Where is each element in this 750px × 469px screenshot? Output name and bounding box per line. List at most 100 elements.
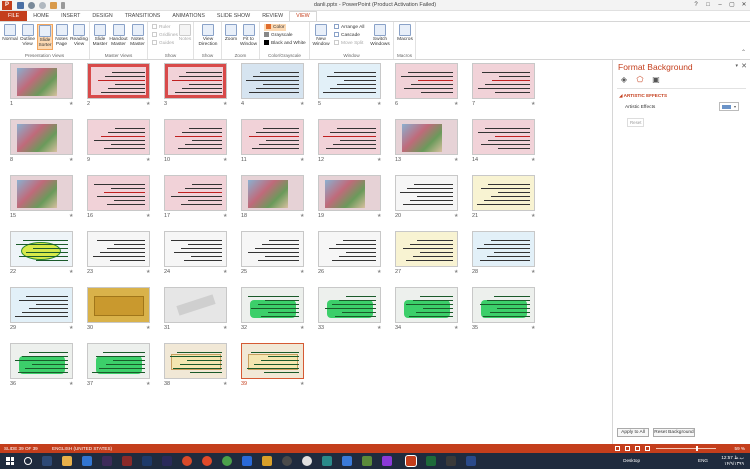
desktop-toolbar[interactable]: Desktop	[623, 458, 640, 463]
app-icon[interactable]	[322, 456, 332, 466]
app-icon[interactable]	[262, 456, 272, 466]
reading-view-icon[interactable]	[635, 446, 640, 451]
notes-button[interactable]: Notes	[178, 24, 192, 42]
slide-thumbnail[interactable]	[395, 231, 458, 267]
slide-thumbnail[interactable]	[10, 119, 73, 155]
slide-thumbnail[interactable]	[10, 343, 73, 379]
slide-thumbnail[interactable]	[241, 287, 304, 323]
cascade-button[interactable]: Cascade	[334, 32, 360, 39]
slide-thumbnail[interactable]	[472, 119, 535, 155]
minimize-button[interactable]: –	[714, 0, 726, 11]
notes-page-button[interactable]: Notes Page	[54, 24, 69, 48]
slide-thumbnail[interactable]	[87, 63, 150, 99]
maximize-button[interactable]: ▢	[726, 0, 738, 11]
slide-thumbnail[interactable]	[87, 175, 150, 211]
ribbon-display-button[interactable]: □	[702, 0, 714, 11]
slide-thumbnail[interactable]	[10, 63, 73, 99]
app-icon[interactable]	[242, 456, 252, 466]
slide-sorter-button[interactable]: Slide Sorter	[37, 24, 53, 50]
chrome-icon[interactable]	[222, 456, 232, 466]
photoshop-icon[interactable]	[122, 456, 132, 466]
slide-thumbnail[interactable]	[318, 231, 381, 267]
apply-to-all-button[interactable]: Apply to All	[617, 428, 649, 437]
search-icon[interactable]	[24, 457, 32, 465]
slide-thumbnail[interactable]	[164, 231, 227, 267]
normal-view-button[interactable]: Normal	[2, 24, 18, 42]
pane-options-icon[interactable]: ▾	[735, 63, 738, 69]
app-icon[interactable]	[362, 456, 372, 466]
slide-sorter-icon[interactable]	[625, 446, 630, 451]
arrange-all-button[interactable]: Arrange All	[334, 24, 364, 31]
switch-windows-button[interactable]: Switch Windows	[368, 24, 392, 48]
present-icon[interactable]	[50, 1, 57, 9]
outline-view-button[interactable]: Outline View	[19, 24, 36, 48]
slide-thumbnail[interactable]	[10, 231, 73, 267]
tab-view[interactable]: VIEW	[289, 11, 317, 21]
grayscale-button[interactable]: Grayscale	[264, 32, 293, 39]
file-explorer-icon[interactable]	[62, 456, 72, 466]
effects-icon[interactable]: ⬠	[635, 75, 645, 84]
artistic-effects-section[interactable]: ◢ ARTISTIC EFFECTS	[619, 93, 667, 99]
close-button[interactable]: ✕	[738, 0, 750, 11]
slide-master-button[interactable]: Slide Master	[92, 24, 108, 48]
ruler-checkbox[interactable]: Ruler	[152, 24, 170, 31]
app-icon[interactable]	[382, 456, 392, 466]
tab-slide-show[interactable]: SLIDE SHOW	[211, 11, 256, 21]
premiere-icon[interactable]	[102, 456, 112, 466]
slide-thumbnail[interactable]	[395, 119, 458, 155]
tab-design[interactable]: DESIGN	[86, 11, 118, 21]
slide-thumbnail[interactable]	[87, 287, 150, 323]
app-icon[interactable]	[342, 456, 352, 466]
slide-thumbnail[interactable]	[472, 175, 535, 211]
start-button[interactable]	[6, 457, 14, 465]
macros-button[interactable]: Macros	[396, 24, 414, 42]
close-icon[interactable]: ✕	[741, 62, 747, 70]
new-window-button[interactable]: New Window	[312, 24, 330, 48]
undo-icon[interactable]	[28, 1, 35, 9]
picture-icon[interactable]: ▣	[651, 75, 661, 84]
handout-master-button[interactable]: Handout Master	[109, 24, 128, 48]
slide-thumbnail[interactable]	[164, 119, 227, 155]
slide-thumbnail[interactable]	[164, 175, 227, 211]
reset-background-button[interactable]: Reset Background	[653, 428, 695, 437]
normal-view-icon[interactable]	[615, 446, 620, 451]
tab-review[interactable]: REVIEW	[256, 11, 289, 21]
app-icon[interactable]	[282, 456, 292, 466]
slide-thumbnail[interactable]	[164, 343, 227, 379]
black-and-white-button[interactable]: Black and White	[264, 40, 306, 47]
app-icon[interactable]	[446, 456, 456, 466]
zoom-slider-handle[interactable]	[696, 446, 698, 451]
fill-icon[interactable]: ◈	[619, 75, 629, 84]
slide-show-icon[interactable]	[645, 446, 650, 451]
save-icon[interactable]	[17, 1, 24, 9]
word-icon[interactable]	[82, 456, 92, 466]
redo-icon[interactable]	[39, 1, 46, 9]
slide-thumbnail[interactable]	[10, 287, 73, 323]
slide-thumbnail[interactable]	[164, 287, 227, 323]
slide-thumbnail[interactable]	[395, 63, 458, 99]
zoom-level[interactable]: 59 %	[735, 446, 745, 451]
illustrator-icon[interactable]	[142, 456, 152, 466]
slide-thumbnail[interactable]	[241, 119, 304, 155]
app-icon[interactable]	[426, 456, 436, 466]
slide-thumbnail[interactable]	[87, 119, 150, 155]
tab-home[interactable]: HOME	[27, 11, 55, 21]
fit-to-window-button[interactable]: Fit to Window	[239, 24, 258, 48]
view-direction-button[interactable]: View Direction	[196, 24, 220, 48]
clock[interactable]: 12:57 ب.ظ ۱۴/۹/۱۳۹۹	[721, 455, 744, 467]
collapse-ribbon-icon[interactable]: ⌃	[741, 50, 746, 56]
slide-thumbnail[interactable]	[241, 175, 304, 211]
artistic-effects-dropdown[interactable]: ▾	[719, 102, 739, 111]
input-language[interactable]: ENG	[698, 458, 708, 463]
reading-view-button[interactable]: Reading View	[70, 24, 88, 48]
reset-button[interactable]: Reset	[627, 118, 645, 127]
color-button[interactable]: Color	[264, 24, 287, 31]
slide-thumbnail[interactable]	[472, 63, 535, 99]
zoom-slider[interactable]	[656, 448, 716, 449]
opera-icon[interactable]	[202, 456, 212, 466]
slide-thumbnail[interactable]	[318, 119, 381, 155]
guides-checkbox[interactable]: Guides	[152, 40, 174, 47]
app-icon[interactable]	[466, 456, 476, 466]
powerpoint-taskbar-icon[interactable]	[405, 455, 417, 467]
slide-thumbnail[interactable]	[164, 63, 227, 99]
